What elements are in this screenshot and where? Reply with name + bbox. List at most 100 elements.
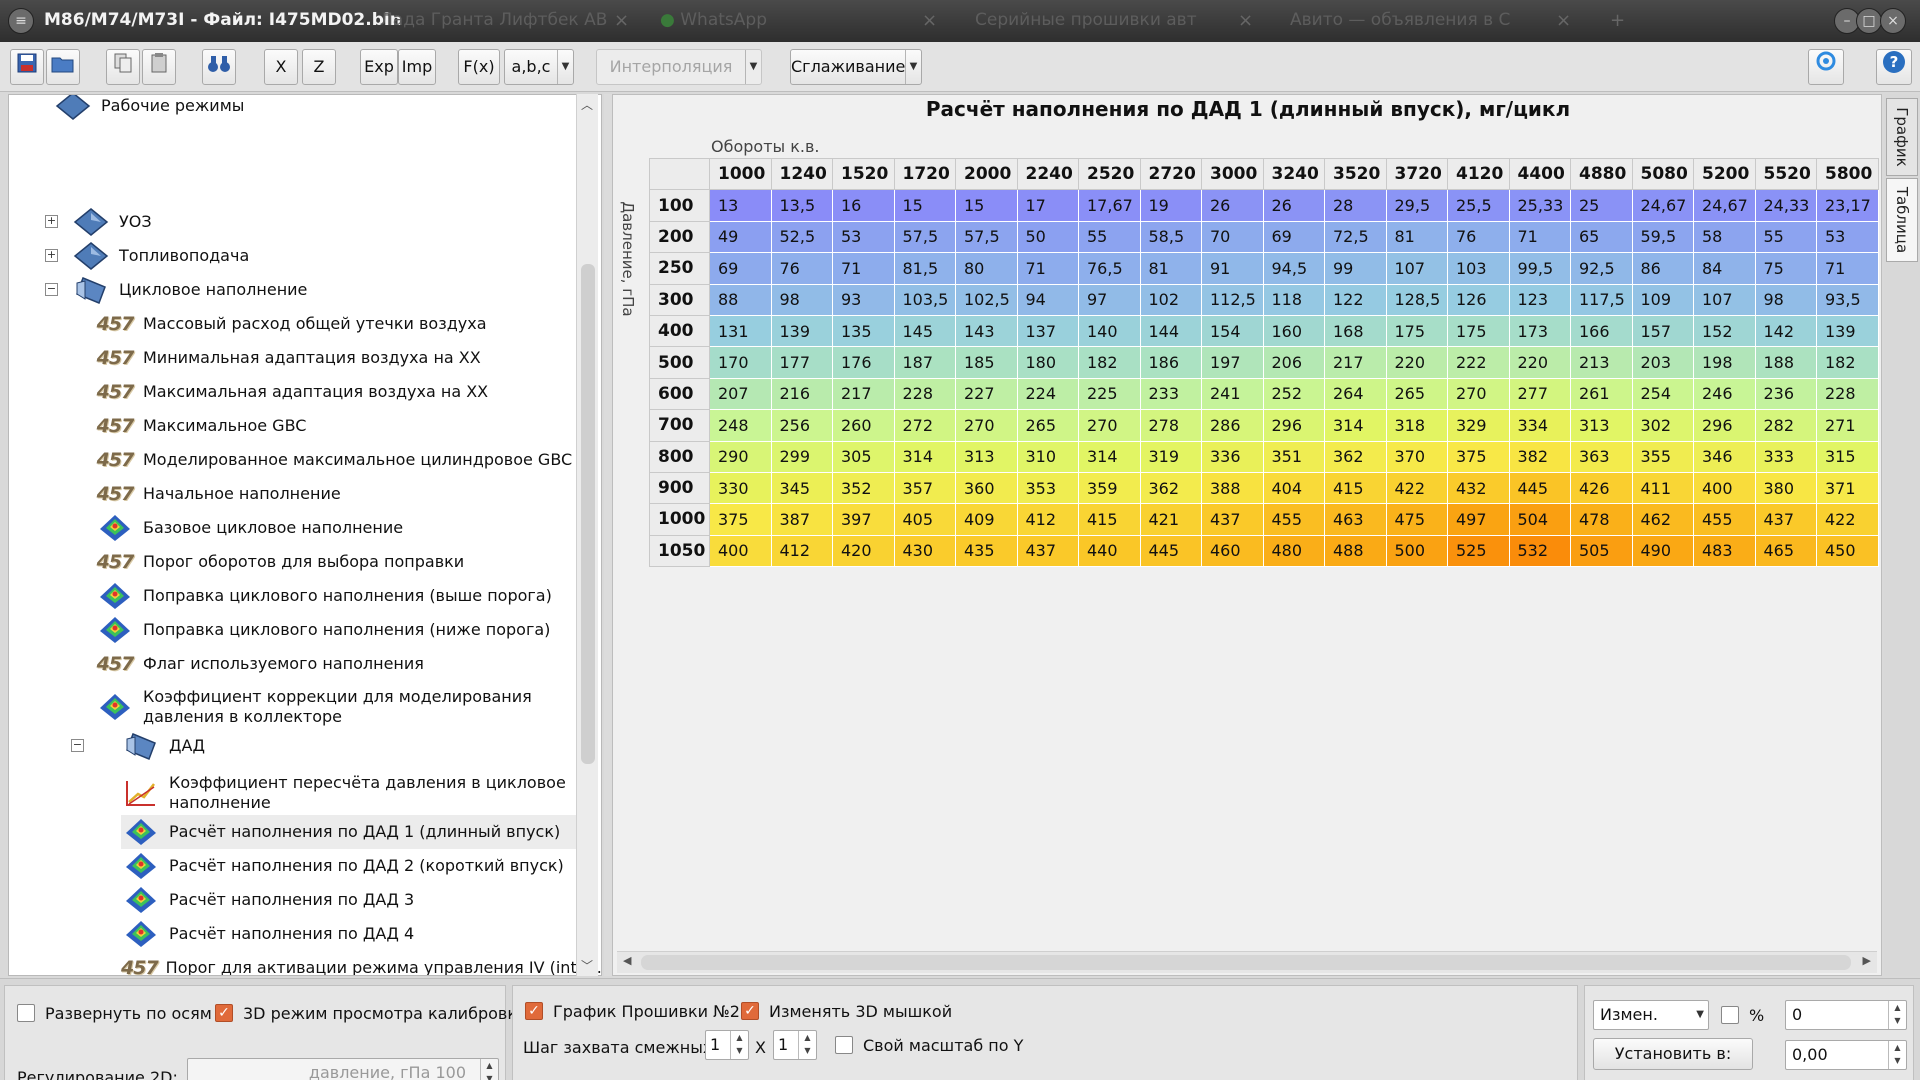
table-cell[interactable]: 505 [1570,534,1633,568]
table-cell[interactable]: 57,5 [893,220,956,254]
table-cell[interactable]: 139 [770,314,833,348]
table-cell[interactable]: 29,5 [1385,189,1448,222]
table-cell[interactable]: 76,5 [1078,252,1141,285]
table-cell[interactable]: 224 [1016,377,1079,411]
tree-item[interactable]: Базовое цикловое наполнение [95,511,579,545]
table-cell[interactable]: 91 [1201,252,1264,285]
change-value-field[interactable]: 0 ▲ ▼ [1785,1000,1907,1030]
table-cell[interactable]: 272 [893,409,956,442]
table-cell[interactable]: 15 [893,189,956,222]
table-cell[interactable]: 462 [1631,503,1694,536]
percent-checkbox[interactable] [1721,1006,1739,1024]
table-cell[interactable]: 25,5 [1447,189,1510,222]
table-cell[interactable]: 236 [1754,377,1817,411]
column-header[interactable]: 4120 [1447,157,1510,191]
view-3d-checkbox[interactable]: ✓ [215,1004,233,1022]
x-button[interactable]: X [264,49,298,85]
table-cell[interactable]: 152 [1693,314,1756,348]
table-cell[interactable]: 98 [1754,283,1817,316]
table-cell[interactable]: 144 [1139,314,1202,348]
column-header[interactable]: 3000 [1201,157,1264,191]
close-icon[interactable]: × [922,10,937,31]
change-3d-mouse-checkbox[interactable]: ✓ [741,1002,759,1020]
table-cell[interactable]: 25 [1570,189,1633,222]
column-header[interactable]: 3240 [1262,157,1325,191]
function-button[interactable]: F(x) [458,49,500,85]
table-cell[interactable]: 15 [955,189,1018,222]
table-cell[interactable]: 261 [1570,377,1633,411]
table-cell[interactable]: 49 [709,220,772,254]
table-cell[interactable]: 25,33 [1508,189,1571,222]
table-cell[interactable]: 99,5 [1508,252,1571,285]
table-cell[interactable]: 170 [709,346,772,379]
table-cell[interactable]: 102,5 [955,283,1018,316]
table-cell[interactable]: 270 [955,409,1018,442]
row-header[interactable]: 300 [649,283,710,316]
tree-item[interactable]: 457 Начальное наполнение [95,477,579,511]
row-header[interactable]: 700 [649,409,710,442]
expand-icon[interactable]: + [45,215,58,228]
table-cell[interactable]: 265 [1385,377,1448,411]
open-folder-icon[interactable] [46,49,80,85]
table-cell[interactable]: 465 [1754,534,1817,568]
tree-item[interactable]: Поправка циклового наполнения (ниже поро… [95,613,579,647]
row-header[interactable]: 100 [649,189,710,222]
table-cell[interactable]: 497 [1447,503,1510,536]
table-cell[interactable]: 143 [955,314,1018,348]
table-cell[interactable]: 345 [770,471,833,505]
table-cell[interactable]: 260 [832,409,895,442]
table-cell[interactable]: 488 [1324,534,1387,568]
column-header[interactable]: 4400 [1508,157,1571,191]
table-cell[interactable]: 157 [1631,314,1694,348]
table-cell[interactable]: 357 [893,471,956,505]
table-cell[interactable]: 81,5 [893,252,956,285]
table-cell[interactable]: 254 [1631,377,1694,411]
tree-item[interactable]: Коэффициент пересчёта давления в циклово… [121,771,579,815]
table-cell[interactable]: 227 [955,377,1018,411]
table-cell[interactable]: 71 [832,252,895,285]
table-cell[interactable]: 440 [1078,534,1141,568]
tree-item[interactable]: 457 Минимальная адаптация воздуха на ХХ [95,341,579,375]
table-cell[interactable]: 76 [1447,220,1510,254]
table-cell[interactable]: 137 [1016,314,1079,348]
table-cell[interactable]: 76 [770,252,833,285]
table-cell[interactable]: 122 [1324,283,1387,316]
table-cell[interactable]: 405 [893,503,956,536]
table-cell[interactable]: 71 [1508,220,1571,254]
table-cell[interactable]: 19 [1139,189,1202,222]
column-header[interactable]: 5520 [1754,157,1817,191]
table-cell[interactable]: 286 [1201,409,1264,442]
table-cell[interactable]: 52,5 [770,220,833,254]
table-cell[interactable]: 17,67 [1078,189,1141,222]
tree-item[interactable]: Поправка циклового наполнения (выше поро… [95,579,579,613]
table-cell[interactable]: 142 [1754,314,1817,348]
column-header[interactable]: 1720 [893,157,956,191]
table-cell[interactable]: 525 [1447,534,1510,568]
table-cell[interactable]: 375 [709,503,772,536]
table-cell[interactable]: 277 [1508,377,1571,411]
table-cell[interactable]: 437 [1201,503,1264,536]
table-cell[interactable]: 315 [1816,440,1879,473]
table-cell[interactable]: 112,5 [1201,283,1264,316]
export-button[interactable]: Exp [360,49,398,85]
tab-table[interactable]: Таблица [1886,178,1918,262]
table-cell[interactable]: 197 [1201,346,1264,379]
table-cell[interactable]: 333 [1754,440,1817,473]
table-cell[interactable]: 126 [1447,283,1510,316]
help-icon[interactable]: ? [1876,49,1912,85]
background-tab[interactable]: ● WhatsApp [660,10,767,30]
table-cell[interactable]: 415 [1078,503,1141,536]
table-cell[interactable]: 207 [709,377,772,411]
table-cell[interactable]: 228 [1816,377,1879,411]
table-cell[interactable]: 296 [1693,409,1756,442]
table-cell[interactable]: 75 [1754,252,1817,285]
table-cell[interactable]: 314 [1324,409,1387,442]
table-cell[interactable]: 28 [1324,189,1387,222]
abc-dropdown[interactable]: a,b,c ▼ [504,49,574,85]
table-cell[interactable]: 94 [1016,283,1079,316]
tree-scrollbar[interactable]: ︿ ﹀ [576,94,598,976]
table-cell[interactable]: 370 [1385,440,1448,473]
table-cell[interactable]: 450 [1816,534,1879,568]
scrollbar-thumb[interactable] [581,264,595,764]
change-by-dropdown[interactable]: Измен. на: ▼ [1593,1000,1709,1052]
